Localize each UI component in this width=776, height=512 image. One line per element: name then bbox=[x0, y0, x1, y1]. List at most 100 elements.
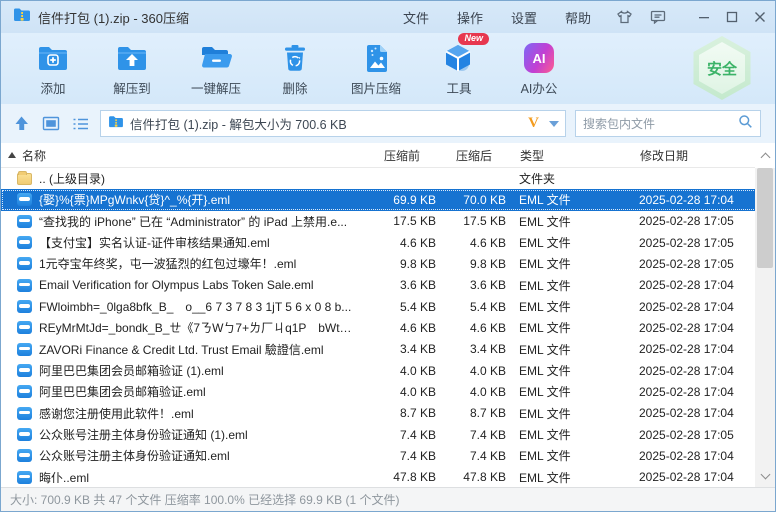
close-icon[interactable] bbox=[753, 10, 767, 24]
file-type: EML 文件 bbox=[506, 467, 628, 488]
table-row[interactable]: “查找我的 iPhone” 已在 “Administrator” 的 iPad … bbox=[1, 211, 757, 232]
zip-file-icon bbox=[13, 7, 31, 27]
image-compress-button[interactable]: 图片压缩 bbox=[331, 37, 421, 99]
file-type: EML 文件 bbox=[506, 339, 628, 360]
list-view-icon[interactable] bbox=[70, 113, 91, 135]
modified-date: 2025-02-28 17:05 bbox=[628, 232, 748, 253]
title-bar: 信件打包 (1).zip - 360压缩 文件 操作 设置 帮助 bbox=[1, 1, 775, 33]
file-name: 阿里巴巴集团会员邮箱验证 (1).eml bbox=[39, 362, 224, 379]
table-row[interactable]: 公众账号注册主体身份验证通知.eml 7.4 KB 7.4 KB EML 文件 … bbox=[1, 445, 757, 466]
file-icon bbox=[17, 300, 32, 313]
one-click-extract-button[interactable]: 一键解压 bbox=[173, 37, 259, 99]
size-after: 47.8 KB bbox=[436, 467, 506, 488]
file-name: ZAVORi Finance & Credit Ltd. Trust Email… bbox=[39, 341, 324, 358]
file-type: EML 文件 bbox=[506, 317, 628, 338]
table-row[interactable]: {娶}%{票}MPgWnkv{贷}^_%{开}.eml 69.9 KB 70.0… bbox=[1, 189, 757, 210]
scrollbar-thumb[interactable] bbox=[757, 168, 773, 268]
table-row[interactable]: .. (上级目录) 文件夹 bbox=[1, 168, 757, 189]
column-size-before[interactable]: 压缩前 bbox=[361, 147, 436, 164]
tools-button[interactable]: New 工具 bbox=[421, 37, 497, 99]
ai-icon: AI bbox=[524, 40, 554, 76]
modified-date: 2025-02-28 17:04 bbox=[628, 317, 748, 338]
scroll-down-icon[interactable] bbox=[755, 464, 775, 488]
table-row[interactable]: 阿里巴巴集团会员邮箱验证 (1).eml 4.0 KB 4.0 KB EML 文… bbox=[1, 360, 757, 381]
size-before: 5.4 KB bbox=[361, 296, 436, 317]
search-input[interactable] bbox=[583, 117, 738, 131]
menu-help[interactable]: 帮助 bbox=[565, 8, 591, 27]
search-icon[interactable] bbox=[738, 114, 753, 134]
file-icon bbox=[17, 279, 32, 292]
file-type: EML 文件 bbox=[506, 424, 628, 445]
modified-date: 2025-02-28 17:04 bbox=[628, 445, 748, 466]
modified-date: 2025-02-28 17:04 bbox=[628, 381, 748, 402]
table-row[interactable]: ZAVORi Finance & Credit Ltd. Trust Email… bbox=[1, 339, 757, 360]
chevron-down-icon[interactable] bbox=[549, 121, 559, 127]
security-label: 安全 bbox=[707, 58, 737, 79]
size-before bbox=[361, 168, 436, 189]
maximize-icon[interactable] bbox=[725, 10, 739, 24]
size-before: 9.8 KB bbox=[361, 253, 436, 274]
table-row[interactable]: 公众账号注册主体身份验证通知 (1).eml 7.4 KB 7.4 KB EML… bbox=[1, 424, 757, 445]
table-row[interactable]: 1元夺宝年终奖，屯一波猛烈的红包过壕年！.eml 9.8 KB 9.8 KB E… bbox=[1, 253, 757, 274]
security-shield-badge[interactable]: 安全 bbox=[691, 36, 753, 100]
table-row[interactable]: 晦仆..eml 47.8 KB 47.8 KB EML 文件 2025-02-2… bbox=[1, 467, 757, 488]
archive-path-text: 信件打包 (1).zip - 解包大小为 700.6 KB bbox=[130, 114, 522, 133]
archive-path-box[interactable]: 信件打包 (1).zip - 解包大小为 700.6 KB V bbox=[100, 110, 566, 137]
file-name: 感谢您注册使用此软件！.eml bbox=[39, 405, 194, 422]
menu-settings[interactable]: 设置 bbox=[511, 8, 537, 27]
toolbar-label: 图片压缩 bbox=[351, 78, 401, 97]
column-date[interactable]: 修改日期 bbox=[628, 147, 748, 164]
scroll-up-icon[interactable] bbox=[755, 143, 775, 168]
file-type: EML 文件 bbox=[506, 211, 628, 232]
file-icon bbox=[17, 343, 32, 356]
file-name: REyMrMtJd=_bondk_B_ㄝ《7ㄋWㄅ7+ㄌ厂ㄐq1P bWtㄅ..… bbox=[39, 319, 361, 336]
table-row[interactable]: 感谢您注册使用此软件！.eml 8.7 KB 8.7 KB EML 文件 202… bbox=[1, 403, 757, 424]
file-name: FWloimbh=_0lga8bfk_B_ o__6 7 3 7 8 3 1jT… bbox=[39, 298, 351, 315]
ai-office-button[interactable]: AI AI办公 bbox=[497, 37, 581, 99]
table-row[interactable]: REyMrMtJd=_bondk_B_ㄝ《7ㄋWㄅ7+ㄌ厂ㄐq1P bWtㄅ..… bbox=[1, 317, 757, 338]
file-name: 公众账号注册主体身份验证通知 (1).eml bbox=[39, 426, 248, 443]
size-before: 4.0 KB bbox=[361, 360, 436, 381]
menu-file[interactable]: 文件 bbox=[403, 8, 429, 27]
folder-add-icon bbox=[36, 40, 70, 76]
toolbar-label: AI办公 bbox=[521, 78, 558, 97]
vertical-scrollbar[interactable] bbox=[755, 143, 775, 488]
table-row[interactable]: Email Verification for Olympus Labs Toke… bbox=[1, 275, 757, 296]
minimize-icon[interactable] bbox=[697, 10, 711, 24]
size-after: 5.4 KB bbox=[436, 296, 506, 317]
file-type: EML 文件 bbox=[506, 445, 628, 466]
table-row[interactable]: 【支付宝】实名认证-证件审核结果通知.eml 4.6 KB 4.6 KB EML… bbox=[1, 232, 757, 253]
delete-button[interactable]: 删除 bbox=[259, 37, 331, 99]
file-icon bbox=[17, 385, 32, 398]
table-row[interactable]: 阿里巴巴集团会员邮箱验证.eml 4.0 KB 4.0 KB EML 文件 20… bbox=[1, 381, 757, 402]
file-name: 【支付宝】实名认证-证件审核结果通知.eml bbox=[39, 234, 270, 251]
add-button[interactable]: 添加 bbox=[15, 37, 91, 99]
extract-to-button[interactable]: 解压到 bbox=[91, 37, 173, 99]
size-after: 7.4 KB bbox=[436, 424, 506, 445]
column-size-after[interactable]: 压缩后 bbox=[436, 147, 506, 164]
modified-date: 2025-02-28 17:05 bbox=[628, 211, 748, 232]
size-after: 9.8 KB bbox=[436, 253, 506, 274]
up-level-icon[interactable] bbox=[11, 113, 32, 135]
size-before: 3.6 KB bbox=[361, 275, 436, 296]
toolbar-label: 一键解压 bbox=[191, 78, 241, 97]
status-bar: 大小: 700.9 KB 共 47 个文件 压缩率 100.0% 已经选择 69… bbox=[1, 487, 775, 511]
file-type: EML 文件 bbox=[506, 189, 628, 210]
menu-action[interactable]: 操作 bbox=[457, 8, 483, 27]
skin-icon[interactable] bbox=[615, 9, 633, 25]
size-after: 17.5 KB bbox=[436, 211, 506, 232]
file-icon bbox=[17, 215, 32, 228]
tools-cube-icon: New bbox=[443, 40, 475, 76]
toolbar-label: 解压到 bbox=[113, 78, 151, 97]
column-name[interactable]: 名称 bbox=[1, 147, 361, 164]
file-icon bbox=[17, 193, 32, 206]
titlebar-icons bbox=[615, 9, 767, 25]
size-after: 4.6 KB bbox=[436, 317, 506, 338]
preview-pane-icon[interactable] bbox=[41, 113, 62, 135]
column-type[interactable]: 类型 bbox=[506, 147, 628, 164]
feedback-icon[interactable] bbox=[649, 9, 667, 25]
table-row[interactable]: FWloimbh=_0lga8bfk_B_ o__6 7 3 7 8 3 1jT… bbox=[1, 296, 757, 317]
size-before: 3.4 KB bbox=[361, 339, 436, 360]
size-after: 70.0 KB bbox=[436, 189, 506, 210]
scrollbar-track[interactable] bbox=[755, 168, 775, 464]
